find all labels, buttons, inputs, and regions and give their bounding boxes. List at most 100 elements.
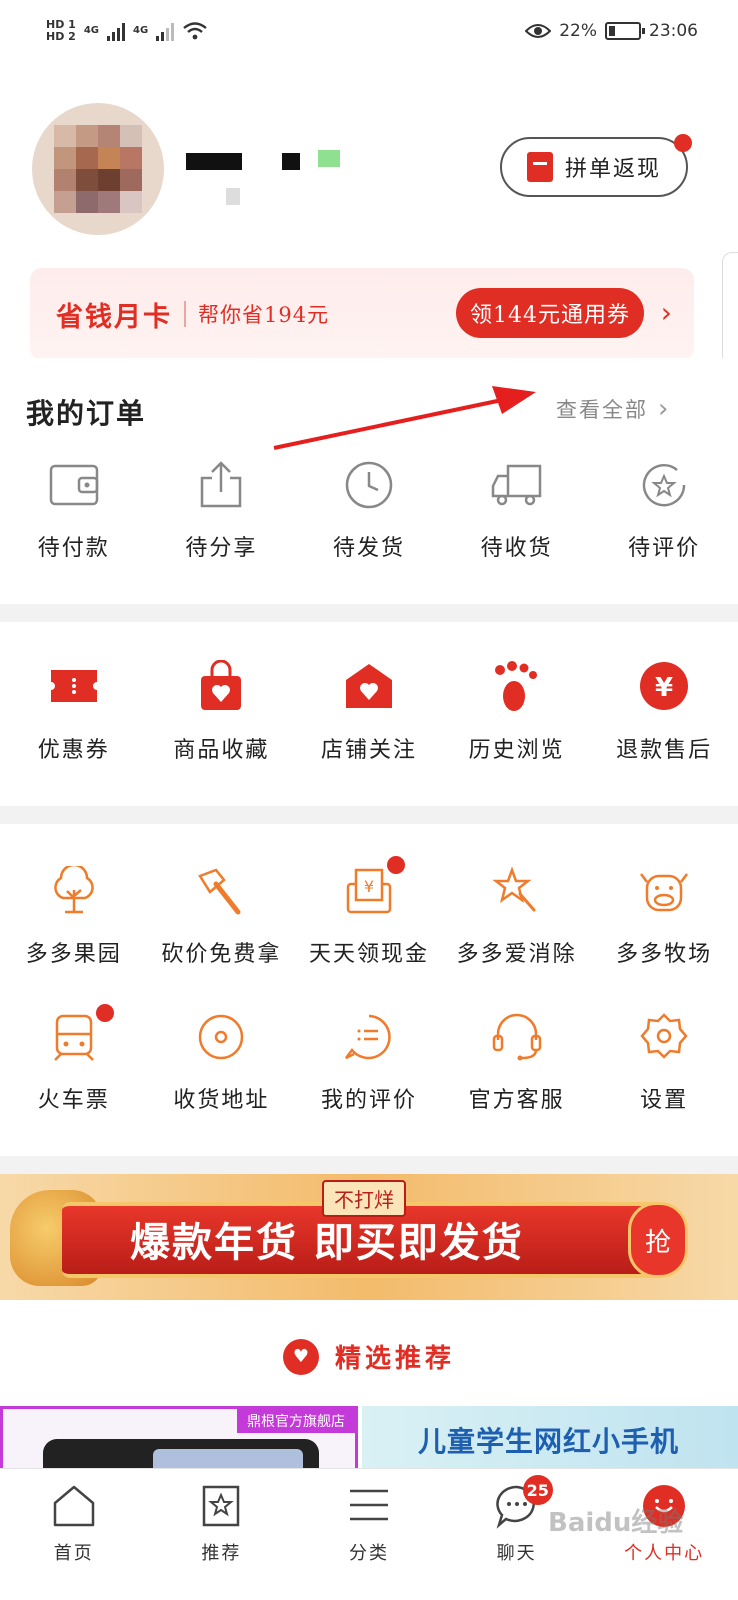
tree-icon: [54, 866, 94, 914]
tab-category[interactable]: 分类: [295, 1469, 443, 1600]
red-envelope-icon: [526, 152, 553, 182]
group-return-label: 拼单返现: [564, 157, 661, 182]
footprint-icon: [494, 661, 537, 711]
clock: 23:06: [649, 21, 698, 41]
favorites-entry[interactable]: 商品收藏: [148, 660, 296, 764]
settings-entry[interactable]: 设置: [590, 1012, 738, 1114]
service-label: 退款售后: [616, 738, 713, 763]
elimination-game-entry[interactable]: 多多爱消除: [443, 866, 591, 968]
battery-percent: 22%: [559, 21, 597, 41]
cash-icon: ¥: [346, 868, 392, 914]
sim-indicator: HD 1 HD 2: [46, 19, 76, 43]
feature-label: 收货地址: [173, 1088, 270, 1113]
home-icon: [53, 1485, 95, 1527]
network-type-1: 4G: [83, 25, 99, 36]
tab-label: 分类: [348, 1543, 389, 1564]
gear-icon: [640, 1013, 688, 1059]
tab-label: 聊天: [496, 1543, 537, 1564]
product-banner-text: 儿童学生网红小手机: [418, 1425, 680, 1458]
duoduo-ranch-entry[interactable]: 多多牧场: [590, 866, 738, 968]
truck-icon: [491, 464, 541, 506]
savings-card[interactable]: 省钱月卡 帮你省194元 领144元通用券 ›: [30, 268, 694, 360]
annotation-arrow: [273, 386, 536, 450]
feature-label: 多多牧场: [616, 942, 713, 967]
group-return-button[interactable]: 拼单返现: [500, 137, 688, 197]
tab-label: 个人中心: [624, 1543, 705, 1564]
avatar[interactable]: [32, 103, 164, 235]
signal-icon: [156, 21, 175, 41]
order-pending-receipt[interactable]: 待收货: [443, 460, 591, 562]
order-status-label: 待评价: [628, 536, 701, 561]
service-label: 历史浏览: [468, 738, 565, 763]
baidu-watermark: Baidu经验: [548, 1508, 684, 1538]
order-pending-review[interactable]: 待评价: [590, 460, 738, 562]
eye-icon: [525, 24, 552, 38]
store-icon: [345, 664, 392, 708]
cow-icon: [640, 873, 689, 912]
tab-label: 首页: [53, 1543, 94, 1564]
feature-label: 官方客服: [468, 1088, 565, 1113]
signal-icon: [107, 21, 125, 41]
order-pending-share[interactable]: 待分享: [148, 460, 296, 562]
recommend-header: ♥ 精选推荐: [0, 1338, 738, 1375]
browsing-history-entry[interactable]: 历史浏览: [443, 660, 591, 764]
services-row: 优惠券 商品收藏 店铺关注 历史浏览 ¥ 退款售后: [0, 660, 738, 764]
notification-dot: [96, 1004, 114, 1022]
promo-text: 爆款年货 即买即发货: [130, 1220, 524, 1266]
tab-home[interactable]: 首页: [0, 1469, 148, 1600]
view-all-label: 查看全部: [556, 398, 648, 422]
tab-recommend[interactable]: 推荐: [148, 1469, 296, 1600]
shipping-address-entry[interactable]: 收货地址: [148, 1012, 296, 1114]
new-year-promo-banner[interactable]: 不打烊 爆款年货 即买即发货 抢: [0, 1174, 738, 1300]
daily-cash-entry[interactable]: ¥ 天天领现金: [295, 856, 443, 968]
battery-icon: [605, 22, 645, 40]
section-divider: [0, 604, 738, 622]
savings-card-title: 省钱月卡: [56, 301, 172, 333]
my-reviews-entry[interactable]: 我的评价: [295, 1012, 443, 1114]
claim-coupon-button[interactable]: 领144元通用券: [456, 288, 644, 338]
refund-entry[interactable]: ¥ 退款售后: [590, 660, 738, 764]
order-status-row: 待付款 待分享 待发货 待收货 待评价: [0, 460, 738, 562]
review-star-icon: [642, 463, 686, 507]
grab-label: 抢: [644, 1227, 671, 1258]
service-label: 商品收藏: [173, 738, 270, 763]
recommend-title: 精选推荐: [334, 1344, 455, 1374]
unread-badge: 25: [522, 1475, 553, 1505]
refund-icon: ¥: [640, 662, 689, 710]
order-pending-payment[interactable]: 待付款: [0, 460, 148, 562]
sim2-label: HD 2: [46, 30, 76, 43]
customer-service-entry[interactable]: 官方客服: [443, 1012, 591, 1114]
train-tickets-entry[interactable]: 火车票: [0, 1004, 148, 1114]
status-bar: HD 1 HD 2 4G 4G 22% 23:06: [0, 0, 738, 62]
order-status-label: 待发货: [332, 536, 405, 561]
chevron-right-icon: ›: [658, 394, 671, 424]
wifi-icon: [183, 22, 207, 40]
feature-label: 天天领现金: [308, 942, 429, 967]
order-status-label: 待付款: [37, 536, 110, 561]
orders-title: 我的订单: [26, 397, 147, 430]
duoduo-orchard-entry[interactable]: 多多果园: [0, 866, 148, 968]
chevron-right-icon[interactable]: ›: [661, 296, 672, 329]
order-status-label: 待分享: [185, 536, 258, 561]
grab-button[interactable]: 抢: [628, 1202, 688, 1278]
wallet-icon: [49, 464, 99, 506]
service-label: 店铺关注: [320, 738, 417, 763]
features-row-2: 火车票 收货地址 我的评价 官方客服 设置: [0, 1004, 738, 1114]
recommend-icon: [203, 1485, 240, 1527]
section-divider: [0, 1156, 738, 1174]
feature-label: 设置: [640, 1088, 689, 1113]
star-wand-icon: [491, 866, 536, 912]
svg-text:¥: ¥: [655, 673, 673, 703]
feature-label: 多多爱消除: [456, 942, 577, 967]
favorite-bag-icon: [201, 660, 242, 710]
bargain-entry[interactable]: 砍价免费拿: [148, 866, 296, 968]
notification-dot: [387, 856, 406, 874]
order-pending-shipment[interactable]: 待发货: [295, 460, 443, 562]
store-tag: 鼎根官方旗舰店: [237, 1409, 355, 1433]
tab-label: 推荐: [201, 1543, 242, 1564]
view-all-orders-link[interactable]: 查看全部 ›: [556, 394, 670, 424]
order-status-label: 待收货: [480, 536, 553, 561]
features-row-1: 多多果园 砍价免费拿 ¥ 天天领现金 多多爱消除 多多牧场: [0, 856, 738, 968]
coupons-entry[interactable]: 优惠券: [0, 660, 148, 764]
followed-stores-entry[interactable]: 店铺关注: [295, 660, 443, 764]
